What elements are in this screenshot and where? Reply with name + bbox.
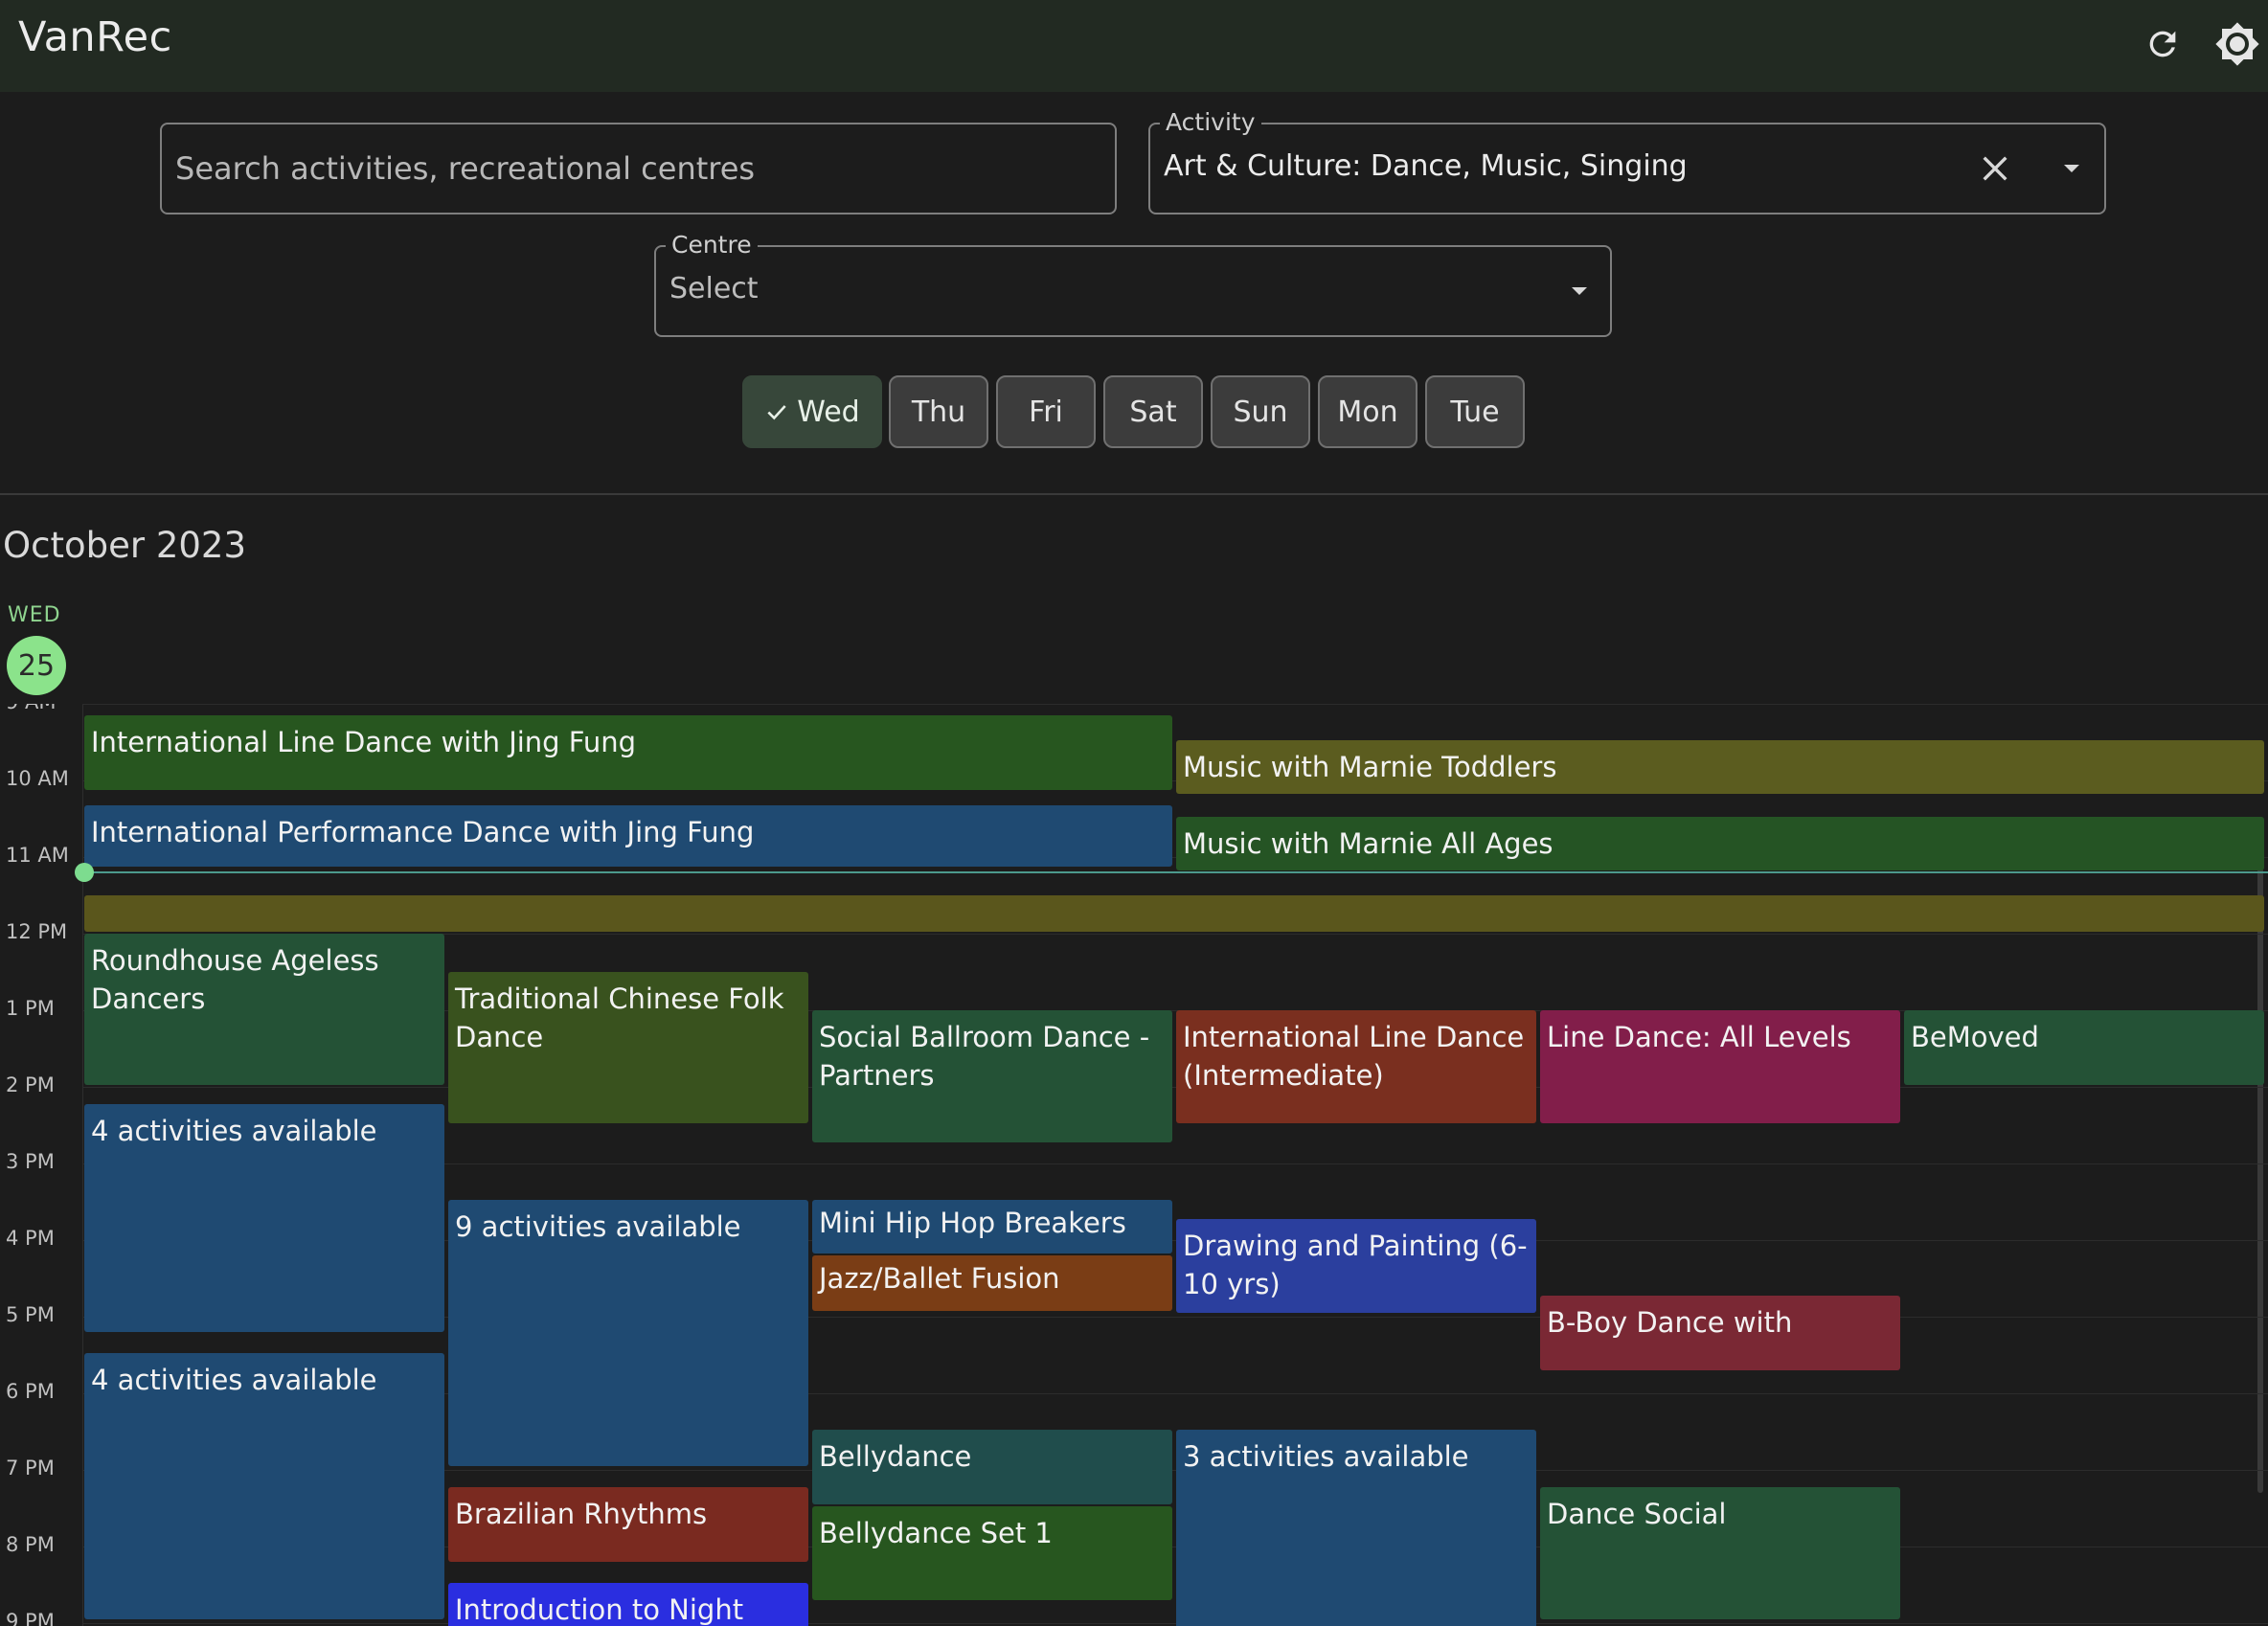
brightness-icon <box>2215 22 2259 66</box>
centre-dropdown-button[interactable] <box>1556 268 1602 314</box>
app-bar: VanRec <box>0 0 2268 92</box>
calendar-event[interactable]: Brazilian Rhythms <box>448 1487 808 1562</box>
theme-toggle-button[interactable] <box>2211 17 2264 71</box>
hour-gridline <box>82 704 2268 705</box>
time-label: 11 AM <box>6 844 69 867</box>
calendar-event[interactable]: Drawing and Painting (6-10 yrs) <box>1176 1219 1536 1313</box>
calendar-event[interactable]: Music with Marnie Toddlers <box>1176 740 2264 794</box>
month-label: October 2023 <box>3 525 246 566</box>
time-label: 2 PM <box>6 1073 55 1096</box>
time-label: 6 PM <box>6 1380 55 1403</box>
centre-select[interactable]: Centre Select <box>654 231 1612 337</box>
caret-down-icon <box>2064 165 2079 172</box>
day-tab-label: Sat <box>1129 395 1177 429</box>
hour-gridline <box>82 1623 2268 1624</box>
day-calendar: 9 AM 10 AM 11 AM 12 PM 1 PM 2 PM 3 PM 4 PM 5 PM 6… <box>0 704 2268 1626</box>
day-header-weekday: WED <box>8 603 61 627</box>
calendar-event[interactable]: International Line Dance (Intermediate) <box>1176 1010 1536 1123</box>
activity-label: Activity <box>1160 108 1261 136</box>
time-label: 10 AM <box>6 767 69 790</box>
calendar-event[interactable]: Jazz/Ballet Fusion <box>812 1255 1172 1311</box>
calendar-event[interactable]: Introduction to Night <box>448 1583 808 1626</box>
calendar-event[interactable]: 4 activities available <box>84 1104 444 1332</box>
calendar-event[interactable]: Roundhouse Ageless Dancers <box>84 934 444 1085</box>
day-tab-sun[interactable]: Sun <box>1211 375 1310 448</box>
day-tab-label: Thu <box>911 395 966 429</box>
day-tab-label: Sun <box>1233 395 1288 429</box>
calendar-event[interactable]: International Performance Dance with Jin… <box>84 805 1172 867</box>
day-header-date[interactable]: 25 <box>7 636 66 695</box>
calendar-event[interactable]: Bellydance Set 1 <box>812 1506 1172 1600</box>
hour-gridline <box>82 1087 2268 1088</box>
day-tab-label: Mon <box>1337 395 1398 429</box>
calendar-event[interactable]: 4 activities available <box>84 1353 444 1619</box>
check-icon <box>764 399 789 424</box>
search-input[interactable] <box>175 124 1095 213</box>
time-label: 7 PM <box>6 1457 55 1479</box>
time-gutter-divider <box>82 704 83 1626</box>
time-label: 12 PM <box>6 920 68 943</box>
calendar-scrollbar[interactable] <box>2257 855 2263 1493</box>
search-field[interactable] <box>160 123 1117 215</box>
time-label: 4 PM <box>6 1227 55 1250</box>
day-tab-tue[interactable]: Tue <box>1425 375 1525 448</box>
current-time-indicator <box>75 863 94 882</box>
day-tab-sat[interactable]: Sat <box>1103 375 1203 448</box>
calendar-event[interactable]: Bellydance <box>812 1430 1172 1504</box>
activity-dropdown-button[interactable] <box>2049 146 2095 192</box>
time-label: 9 PM <box>6 1610 55 1626</box>
day-tab-label: Tue <box>1450 395 1500 429</box>
app-title: VanRec <box>18 13 172 61</box>
caret-down-icon <box>1572 287 1587 295</box>
calendar-event[interactable] <box>84 895 2264 932</box>
time-label: 3 PM <box>6 1150 55 1173</box>
day-tab-wed[interactable]: Wed <box>742 375 882 448</box>
activity-select[interactable]: Activity Art & Culture: Dance, Music, Si… <box>1148 108 2106 215</box>
day-tab-fri[interactable]: Fri <box>996 375 1096 448</box>
centre-label: Centre <box>666 231 758 259</box>
day-tab-mon[interactable]: Mon <box>1318 375 1418 448</box>
day-tab-thu[interactable]: Thu <box>889 375 988 448</box>
refresh-icon <box>2149 31 2176 57</box>
calendar-event[interactable]: 3 activities available <box>1176 1430 1536 1626</box>
calendar-event[interactable]: Social Ballroom Dance - Partners <box>812 1010 1172 1142</box>
refresh-button[interactable] <box>2136 17 2189 71</box>
day-tab-label: Fri <box>1029 395 1063 429</box>
current-time-line <box>84 871 2268 873</box>
close-icon <box>1983 156 2007 181</box>
time-label: 5 PM <box>6 1303 55 1326</box>
time-label: 9 AM <box>6 704 57 713</box>
calendar-event[interactable]: Line Dance: All Levels <box>1540 1010 1900 1123</box>
divider <box>0 493 2268 495</box>
calendar-event[interactable]: B-Boy Dance with <box>1540 1296 1900 1370</box>
calendar-event[interactable]: Traditional Chinese Folk Dance <box>448 972 808 1123</box>
calendar-event[interactable]: Music with Marnie All Ages <box>1176 817 2264 870</box>
calendar-event[interactable]: Mini Hip Hop Breakers <box>812 1200 1172 1253</box>
time-label: 1 PM <box>6 997 55 1020</box>
centre-value: Select <box>669 272 759 305</box>
calendar-event[interactable]: International Line Dance with Jing Fung <box>84 715 1172 790</box>
time-label: 8 PM <box>6 1533 55 1556</box>
calendar-event[interactable]: BeMoved <box>1904 1010 2264 1085</box>
clear-activity-button[interactable] <box>1972 146 2018 192</box>
activity-value: Art & Culture: Dance, Music, Singing <box>1164 149 1688 183</box>
day-tab-label: Wed <box>797 395 860 429</box>
calendar-event[interactable]: 9 activities available <box>448 1200 808 1466</box>
calendar-event[interactable]: Dance Social <box>1540 1487 1900 1619</box>
